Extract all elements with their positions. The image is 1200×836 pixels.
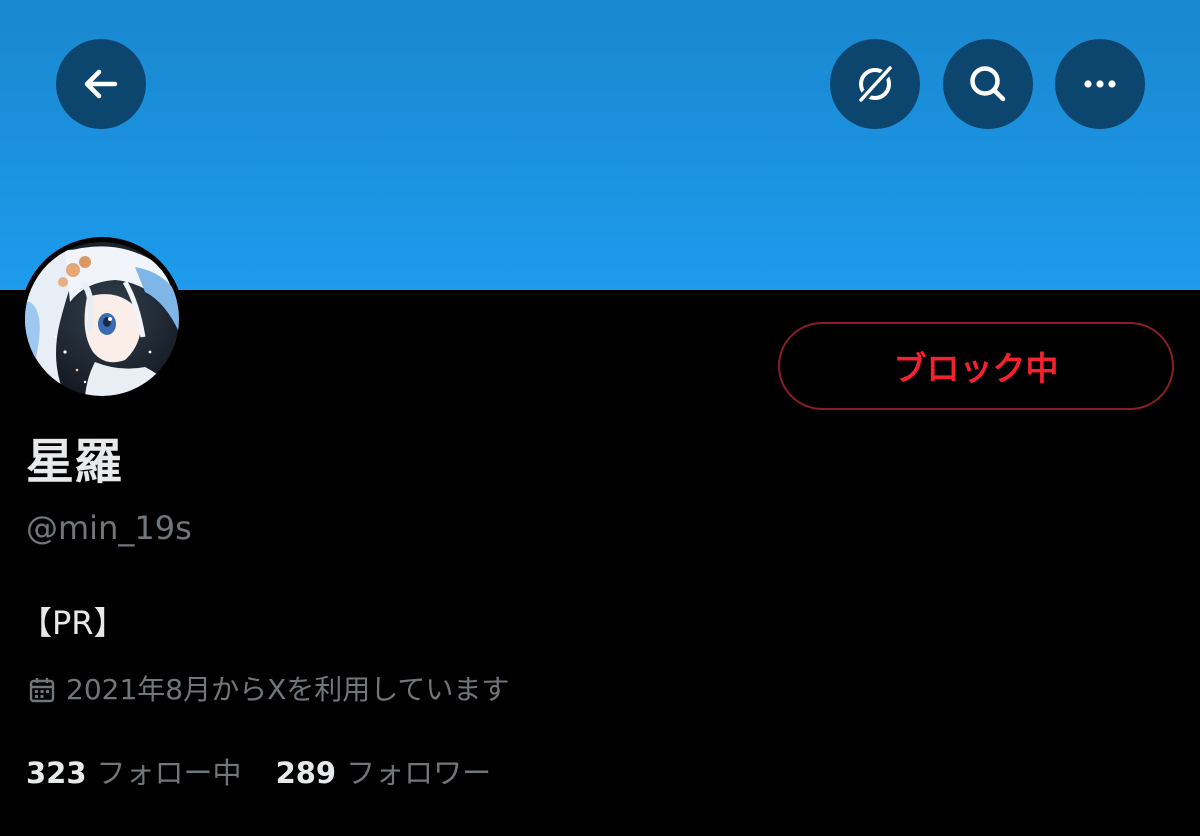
- more-button[interactable]: [1055, 39, 1145, 129]
- followers-link[interactable]: 289 フォロワー: [276, 754, 492, 792]
- profile-page: ブロック中 星羅 @min_19s 【PR】 2021年8月からXを利用していま…: [0, 0, 1200, 836]
- display-name: 星羅: [26, 434, 123, 490]
- more-icon: [1084, 80, 1116, 88]
- search-button[interactable]: [943, 39, 1033, 129]
- joined-date-text: 2021年8月からXを利用しています: [66, 673, 510, 706]
- following-link[interactable]: 323 フォロー中: [26, 754, 242, 792]
- follow-stats: 323 フォロー中 289 フォロワー: [26, 754, 491, 792]
- back-arrow-icon: [84, 69, 118, 99]
- search-icon: [970, 66, 1006, 102]
- profile-banner: [0, 0, 1200, 290]
- following-count: 323: [26, 756, 87, 790]
- blocked-button[interactable]: ブロック中: [778, 322, 1174, 410]
- joined-date: 2021年8月からXを利用しています: [28, 672, 509, 708]
- following-label: フォロー中: [96, 756, 242, 790]
- grok-icon: [858, 65, 894, 103]
- avatar-image: [25, 242, 179, 396]
- blocked-button-label: ブロック中: [893, 349, 1059, 388]
- followers-count: 289: [275, 756, 337, 790]
- calendar-icon: [29, 678, 55, 703]
- username-handle: @min_19s: [26, 509, 192, 547]
- profile-bio: 【PR】: [20, 604, 126, 642]
- grok-button[interactable]: [830, 39, 920, 129]
- avatar[interactable]: [20, 237, 184, 401]
- back-button[interactable]: [56, 39, 146, 129]
- followers-label: フォロワー: [346, 756, 492, 790]
